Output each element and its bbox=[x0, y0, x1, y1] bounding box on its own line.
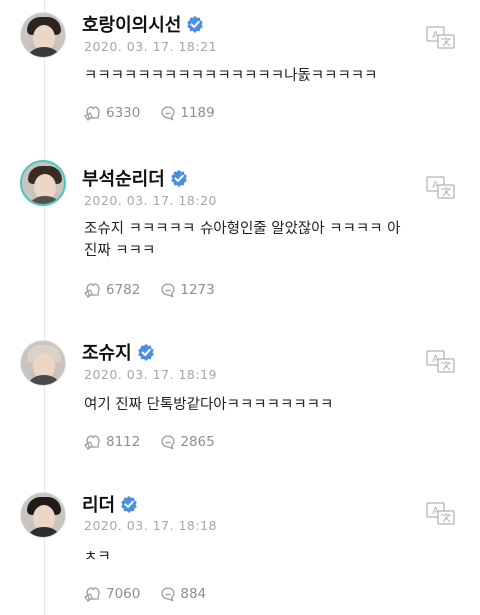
stats-row: 8112 2865 bbox=[84, 433, 215, 451]
reply-icon[interactable] bbox=[160, 434, 176, 450]
author-row: 조슈지 bbox=[82, 340, 155, 364]
like-icon[interactable] bbox=[84, 434, 102, 450]
reply-count: 1273 bbox=[180, 282, 215, 298]
translate-icon[interactable]: A bbox=[426, 176, 456, 200]
verified-badge-icon bbox=[170, 169, 187, 187]
reply-count: 2865 bbox=[180, 434, 215, 450]
author-row: 리더 bbox=[82, 492, 138, 516]
reply-icon[interactable] bbox=[160, 105, 176, 121]
comment-text: 여기 진짜 단톡방같다아ㅋㅋㅋㅋㅋㅋㅋㅋ bbox=[84, 397, 334, 413]
reply-icon[interactable] bbox=[160, 282, 176, 298]
author-row: 부석순리더 bbox=[82, 166, 188, 190]
verified-badge-icon bbox=[137, 343, 154, 361]
translate-icon[interactable]: A bbox=[426, 502, 456, 526]
comment-text: ㅋㅋㅋㅋㅋㅋㅋㅋㅋㅋㅋㅋㅋㅋㅋ나돐ㅋㅋㅋㅋㅋ bbox=[84, 68, 378, 84]
timestamp: 2020. 03. 17. 18:21 bbox=[84, 39, 217, 54]
like-icon[interactable] bbox=[84, 105, 102, 121]
author-name[interactable]: 호랑이의시선 bbox=[82, 11, 181, 37]
translate-icon[interactable]: A bbox=[426, 26, 456, 50]
reply-icon[interactable] bbox=[160, 586, 176, 602]
like-icon[interactable] bbox=[84, 282, 102, 298]
avatar[interactable] bbox=[20, 492, 66, 538]
like-count: 6782 bbox=[106, 282, 141, 298]
like-icon[interactable] bbox=[84, 586, 102, 602]
avatar[interactable] bbox=[20, 340, 66, 386]
comment-text: 조슈지 ㅋㅋㅋㅋㅋ 슈아형인줄 알았잖아 ㅋㅋㅋㅋ 아진짜 ㅋㅋㅋ bbox=[84, 221, 401, 259]
timestamp: 2020. 03. 17. 18:19 bbox=[84, 367, 217, 382]
stats-row: 7060 884 bbox=[84, 585, 206, 603]
reply-count: 884 bbox=[180, 586, 207, 602]
stats-row: 6330 1189 bbox=[84, 104, 215, 122]
verified-badge-icon bbox=[121, 495, 137, 513]
reply-count: 1189 bbox=[180, 105, 215, 121]
stats-row: 6782 1273 bbox=[84, 281, 215, 299]
author-name[interactable]: 부석순리더 bbox=[82, 165, 165, 191]
like-count: 6330 bbox=[106, 105, 141, 121]
comment-text: ㅊㅋ bbox=[84, 549, 111, 565]
avatar[interactable] bbox=[20, 12, 66, 58]
author-name[interactable]: 리더 bbox=[82, 491, 115, 517]
like-count: 8112 bbox=[106, 434, 141, 450]
author-name[interactable]: 조슈지 bbox=[82, 339, 132, 365]
avatar[interactable] bbox=[20, 160, 66, 206]
timestamp: 2020. 03. 17. 18:18 bbox=[84, 518, 217, 533]
timestamp: 2020. 03. 17. 18:20 bbox=[84, 193, 217, 208]
like-count: 7060 bbox=[106, 586, 141, 602]
translate-icon[interactable]: A bbox=[426, 350, 456, 374]
author-row: 호랑이의시선 bbox=[82, 12, 204, 36]
verified-badge-icon bbox=[187, 15, 204, 33]
